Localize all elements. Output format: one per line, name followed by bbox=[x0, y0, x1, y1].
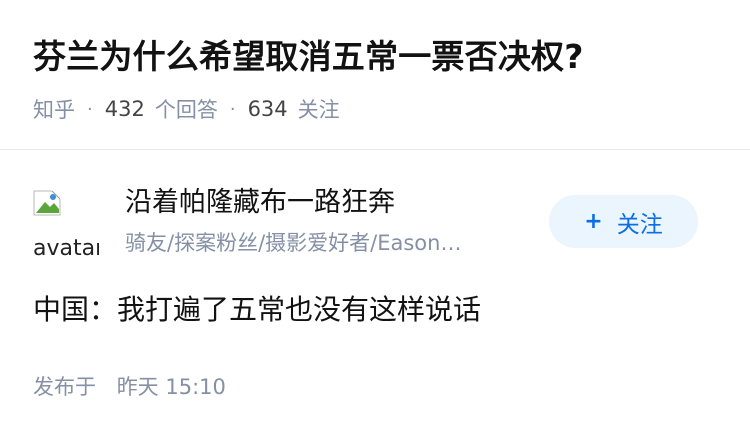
answer-content[interactable]: 中国：我打遍了五常也没有这样说话 bbox=[33, 288, 481, 332]
meta-separator: · bbox=[87, 98, 93, 120]
question-meta: 知乎 · 432 个回答 · 634 关注 bbox=[33, 90, 340, 128]
published-label: 发布于 bbox=[33, 375, 96, 399]
avatar-alt-text: avatar bbox=[33, 236, 99, 259]
answer-count-label: 个回答 bbox=[154, 98, 218, 122]
published-time: 昨天 15:10 bbox=[116, 375, 226, 399]
question-header: 芬兰为什么希望取消五常一票否决权? 知乎 · 432 个回答 · 634 关注 bbox=[0, 0, 750, 150]
question-title[interactable]: 芬兰为什么希望取消五常一票否决权? bbox=[33, 31, 584, 83]
follow-button[interactable]: + 关注 bbox=[549, 195, 698, 248]
answer-time: 发布于 昨天 15:10 bbox=[33, 369, 226, 405]
author-bio: 骑友/探案粉丝/摄影爱好者/Eason… bbox=[125, 231, 462, 255]
author-name[interactable]: 沿着帕隆藏布一路狂奔 bbox=[125, 182, 395, 224]
source-label[interactable]: 知乎 bbox=[33, 94, 75, 124]
avatar[interactable]: avatar bbox=[33, 186, 99, 258]
follow-button-label: 关注 bbox=[616, 211, 663, 238]
follower-count: 634 bbox=[247, 97, 288, 121]
follower-count-label: 关注 bbox=[297, 98, 340, 122]
meta-separator: · bbox=[229, 98, 236, 120]
broken-image-icon bbox=[33, 190, 61, 216]
author-row: avatar 沿着帕隆藏布一路狂奔 骑友/探案粉丝/摄影爱好者/Eason… +… bbox=[0, 178, 750, 268]
plus-icon: + bbox=[584, 209, 603, 234]
answer-count: 432 bbox=[104, 97, 145, 121]
divider bbox=[0, 149, 750, 150]
